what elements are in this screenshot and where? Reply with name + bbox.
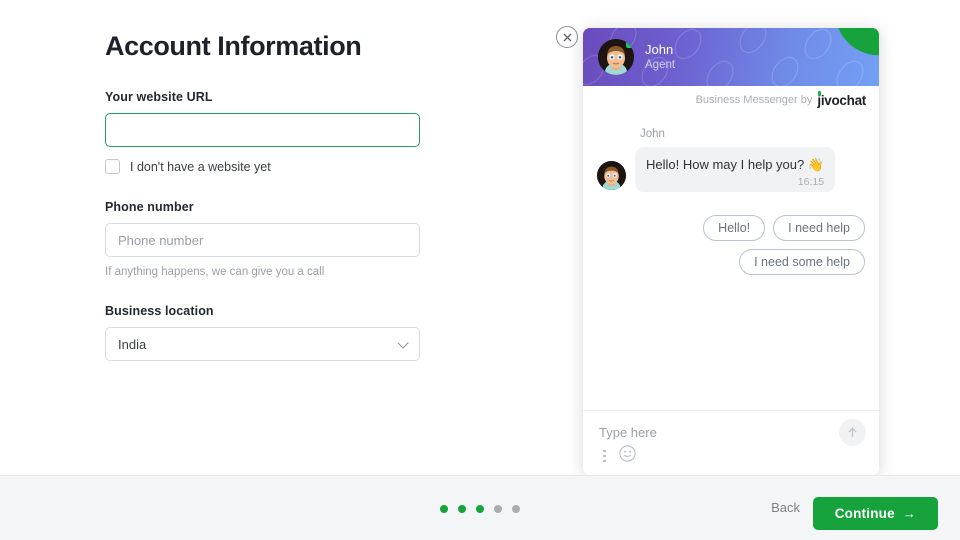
emoji-icon-glyph <box>618 445 636 462</box>
arrow-right-icon: → <box>902 506 916 521</box>
message-avatar-icon <box>597 161 626 190</box>
jivochat-logo: jivochat <box>817 90 866 108</box>
message-input[interactable]: Type here <box>599 425 657 440</box>
branding-text: Business Messenger by <box>695 94 813 106</box>
message-time: 16:15 <box>797 176 825 188</box>
progress-dot <box>512 505 520 513</box>
chat-conversation: John Hello! How may I help you? 👋 16:15 … <box>583 114 879 410</box>
progress-dot <box>440 505 448 513</box>
no-website-label: I don't have a website yet <box>130 159 271 174</box>
emoji-smiley-icon[interactable] <box>618 445 636 467</box>
agent-avatar <box>598 39 634 75</box>
chat-branding: Business Messenger by jivochat <box>583 86 879 114</box>
onboarding-page: Account Information Your website URL I d… <box>0 0 960 540</box>
send-arrow-up-icon <box>848 427 857 437</box>
progress-dot <box>494 505 502 513</box>
no-website-checkbox-row[interactable]: I don't have a website yet <box>105 159 435 174</box>
account-information-form: Account Information Your website URL I d… <box>105 28 435 361</box>
business-location-select-wrap[interactable]: India <box>105 327 420 361</box>
wizard-footer: Back Continue → <box>0 475 960 540</box>
business-location-value: India <box>118 336 147 352</box>
quick-reply-chip[interactable]: Hello! <box>703 215 766 241</box>
back-button[interactable]: Back <box>771 500 800 515</box>
message-sender: John <box>640 128 665 140</box>
quick-reply-chip[interactable]: I need some help <box>739 249 865 275</box>
message-text: Hello! How may I help you? 👋 <box>646 157 825 172</box>
continue-button[interactable]: Continue → <box>812 497 938 530</box>
phone-number-field-group: Phone number If anything happens, we can… <box>105 200 435 278</box>
website-url-label: Your website URL <box>105 90 213 104</box>
online-dot-icon <box>626 41 633 48</box>
website-url-input[interactable] <box>105 113 420 147</box>
progress-dot <box>458 505 466 513</box>
progress-dot <box>476 505 484 513</box>
more-vertical-icon[interactable] <box>599 448 610 465</box>
quick-reply-list: Hello! I need help I need some help <box>625 215 865 275</box>
progress-indicator <box>440 505 520 513</box>
agent-message-row: Hello! How may I help you? 👋 16:15 <box>597 147 836 192</box>
page-title: Account Information <box>105 31 362 61</box>
composer-tools <box>599 445 636 467</box>
business-location-field-group: Business location India <box>105 304 435 361</box>
message-bubble: Hello! How may I help you? 👋 16:15 <box>635 147 836 192</box>
business-location-label: Business location <box>105 304 214 318</box>
no-website-checkbox[interactable] <box>105 159 120 174</box>
message-avatar <box>597 161 626 190</box>
continue-button-label: Continue <box>834 506 895 521</box>
quick-reply-chip[interactable]: I need help <box>773 215 865 241</box>
business-location-select[interactable]: India <box>105 327 420 361</box>
chat-composer: Type here <box>583 410 879 475</box>
agent-name: John <box>645 41 674 57</box>
agent-role: Agent <box>645 58 676 71</box>
phone-number-hint: If anything happens, we can give you a c… <box>105 266 325 278</box>
close-chat-button[interactable] <box>556 26 578 48</box>
chat-widget: John Agent Business Messenger by jivocha… <box>583 28 879 475</box>
website-url-field-group: Your website URL I don't have a website … <box>105 90 435 174</box>
phone-number-label: Phone number <box>105 200 194 214</box>
chat-widget-header: John Agent <box>583 28 879 86</box>
close-icon <box>563 33 571 41</box>
send-message-button[interactable] <box>839 419 866 446</box>
phone-number-input[interactable] <box>105 223 420 257</box>
